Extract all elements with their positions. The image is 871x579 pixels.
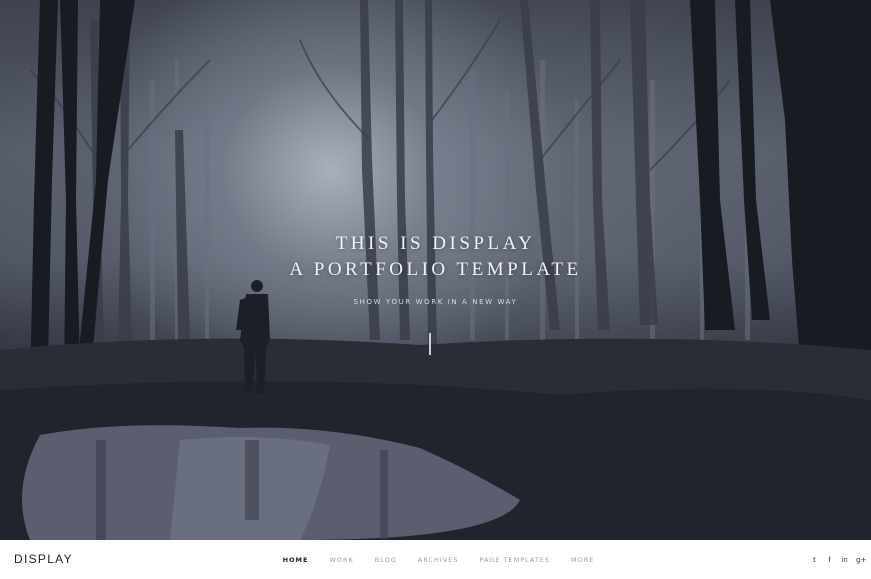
hero-tagline: SHOW YOUR WORK IN A NEW WAY	[353, 298, 518, 306]
hero-title-line2: A PORTFOLIO TEMPLATE	[289, 259, 582, 280]
nav-item-page-templates[interactable]: PAGE TEMPLATES	[469, 556, 561, 564]
social-links: t f in g+	[811, 540, 866, 579]
linkedin-icon[interactable]: in	[841, 556, 848, 564]
twitter-icon[interactable]: t	[811, 556, 818, 564]
hero-section: THIS IS DISPLAY A PORTFOLIO TEMPLATE SHO…	[0, 0, 871, 540]
nav-item-blog[interactable]: BLOG	[364, 556, 407, 564]
scroll-indicator[interactable]	[429, 333, 431, 355]
nav-item-home[interactable]: HOME	[272, 556, 319, 564]
nav-item-more[interactable]: MORE	[561, 556, 605, 564]
hero-title-line1: THIS IS DISPLAY	[335, 233, 536, 254]
nav-item-archives[interactable]: ARCHIVES	[407, 556, 469, 564]
google-plus-icon[interactable]: g+	[856, 556, 866, 564]
main-nav: HOME WORK BLOG ARCHIVES PAGE TEMPLATES M…	[0, 540, 871, 579]
facebook-icon[interactable]: f	[826, 556, 833, 564]
nav-item-work[interactable]: WORK	[319, 556, 364, 564]
bottom-navigation-bar: DISPLAY HOME WORK BLOG ARCHIVES PAGE TEM…	[0, 540, 871, 579]
